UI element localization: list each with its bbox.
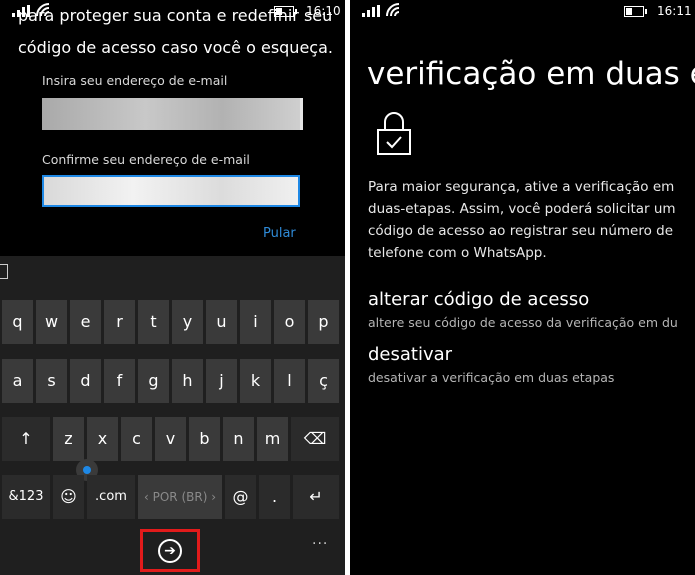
right-phone-screen: 16:11 verificação em duas e Para maior s…	[350, 0, 695, 575]
disable-subtitle: desativar a verificação em duas etapas	[368, 370, 615, 385]
backspace-key[interactable]: ⌫	[291, 417, 339, 461]
email-label: Insira seu endereço de e-mail	[42, 73, 228, 88]
key-k[interactable]: k	[240, 359, 271, 403]
lock-check-icon	[377, 112, 411, 155]
clipboard-icon[interactable]	[0, 264, 8, 279]
arrow-right-icon[interactable]: ➔	[158, 539, 182, 563]
key-h[interactable]: h	[172, 359, 203, 403]
key-r[interactable]: r	[104, 300, 135, 344]
key-x[interactable]: x	[87, 417, 118, 461]
skip-link[interactable]: Pular	[263, 226, 296, 241]
key-v[interactable]: v	[155, 417, 186, 461]
disable-option[interactable]: desativar	[368, 344, 452, 365]
key-a[interactable]: a	[2, 359, 33, 403]
key-s[interactable]: s	[36, 359, 67, 403]
key-y[interactable]: y	[172, 300, 203, 344]
return-key[interactable]: ↵	[293, 475, 339, 519]
intro-line-2: código de acesso caso você o esqueça.	[18, 38, 333, 57]
key-m[interactable]: m	[257, 417, 288, 461]
enter-button-highlight[interactable]: ➔	[140, 529, 200, 572]
key-q[interactable]: q	[2, 300, 33, 344]
key-b[interactable]: b	[189, 417, 220, 461]
key-d[interactable]: d	[70, 359, 101, 403]
key-f[interactable]: f	[104, 359, 135, 403]
confirm-email-field[interactable]	[42, 175, 300, 207]
shift-key[interactable]: ↑	[2, 417, 50, 461]
status-bar: 16:11	[350, 0, 695, 22]
intro-line-1: para proteger sua conta e redefinir seu	[18, 6, 333, 25]
left-phone-screen: 16:10 para proteger sua conta e redefini…	[0, 0, 345, 575]
key-c-cedilla[interactable]: ç	[308, 359, 339, 403]
battery-icon	[624, 6, 647, 17]
key-g[interactable]: g	[138, 359, 169, 403]
dotcom-key[interactable]: .com	[87, 475, 135, 519]
key-p[interactable]: p	[308, 300, 339, 344]
email-field[interactable]	[42, 98, 303, 130]
change-passcode-option[interactable]: alterar código de acesso	[368, 289, 589, 310]
key-o[interactable]: o	[274, 300, 305, 344]
key-t[interactable]: t	[138, 300, 169, 344]
key-z[interactable]: z	[53, 417, 84, 461]
page-title: verificação em duas e	[367, 56, 695, 92]
status-time: 16:11	[657, 4, 692, 18]
at-key[interactable]: @	[225, 475, 256, 519]
on-screen-keyboard: q w e r t y u i o p a s d f g h j k l ç …	[0, 256, 345, 575]
wifi-icon	[386, 3, 400, 17]
key-l[interactable]: l	[274, 359, 305, 403]
space-key[interactable]: ‹ POR (BR) ›	[138, 475, 222, 519]
change-passcode-subtitle: altere seu código de acesso da verificaç…	[368, 315, 678, 330]
signal-icon	[362, 5, 380, 17]
key-w[interactable]: w	[36, 300, 67, 344]
key-i[interactable]: i	[240, 300, 271, 344]
period-key[interactable]: .	[259, 475, 290, 519]
symbols-key[interactable]: &123	[2, 475, 50, 519]
key-u[interactable]: u	[206, 300, 237, 344]
key-e[interactable]: e	[70, 300, 101, 344]
key-c[interactable]: c	[121, 417, 152, 461]
more-options-icon[interactable]: ···	[312, 536, 328, 552]
key-n[interactable]: n	[223, 417, 254, 461]
emoji-key[interactable]: ☺	[53, 475, 84, 519]
description-text: Para maior segurança, ative a verificaçã…	[368, 179, 676, 261]
confirm-email-label: Confirme seu endereço de e-mail	[42, 152, 250, 167]
key-j[interactable]: j	[206, 359, 237, 403]
